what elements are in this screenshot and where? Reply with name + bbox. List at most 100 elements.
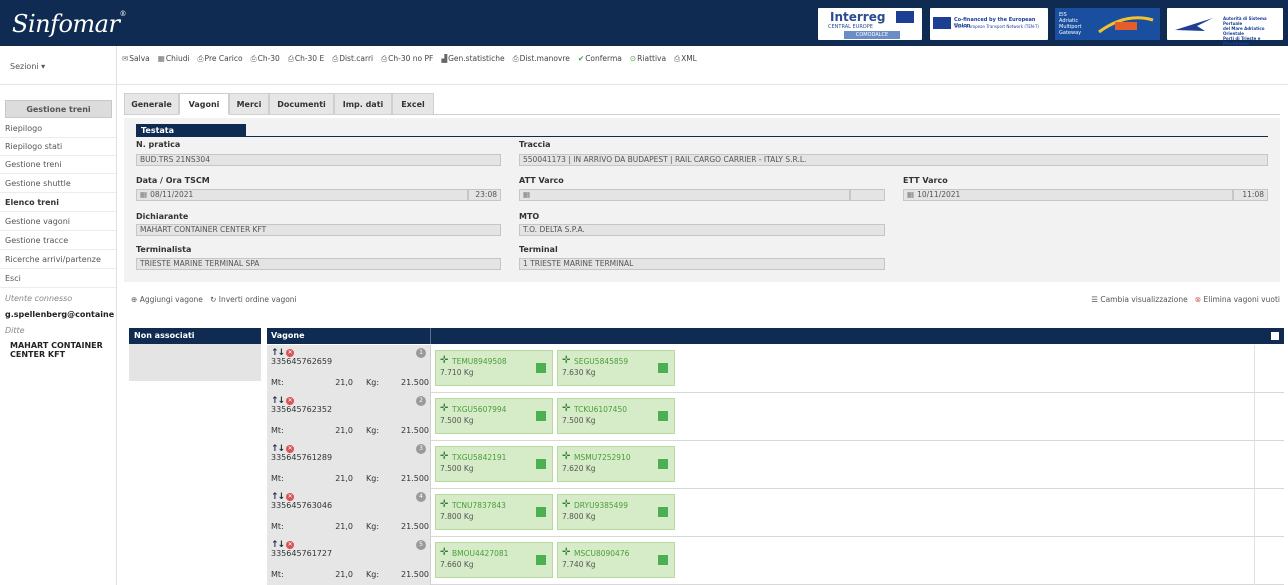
- container-card[interactable]: ✛ TCNU7837843 7.800 Kg: [435, 494, 553, 530]
- port-authority-icon: [1175, 18, 1213, 31]
- add-wagon-button[interactable]: ⊕ Aggiungi vagone: [131, 295, 203, 304]
- traccia-field[interactable]: 550041173 | IN ARRIVO DA BUDAPEST | RAIL…: [519, 154, 1268, 166]
- toolbar-dist-carri-button[interactable]: ⎙Dist.carri: [332, 54, 377, 63]
- print-icon: ⎙: [512, 54, 519, 63]
- container-card[interactable]: ✛ TXGU5607994 7.500 Kg: [435, 398, 553, 434]
- toolbar-ch-30-no-pf-button[interactable]: ⎙Ch-30 no PF: [381, 54, 437, 63]
- att-ora-field[interactable]: [850, 189, 885, 201]
- sidebar-item-elenco-treni[interactable]: Elenco treni: [0, 194, 116, 212]
- move-icon[interactable]: ✛: [562, 404, 570, 414]
- wagon-card[interactable]: ↑↓ ✕ 335645761289 3 Mt: 21,0 Kg: 21.500: [267, 441, 431, 489]
- ora-field[interactable]: 23:08: [468, 189, 501, 201]
- delete-empty-wagons-button[interactable]: ⊗ Elimina vagoni vuoti: [1195, 295, 1280, 304]
- sidebar-item-gestione-shuttle[interactable]: Gestione shuttle: [0, 175, 116, 193]
- sidebar-item-gestione-vagoni[interactable]: Gestione vagoni: [0, 213, 116, 231]
- non-associati-dropzone[interactable]: [129, 344, 261, 381]
- tab-imp-dati[interactable]: Imp. dati: [334, 93, 392, 115]
- terminal-field[interactable]: 1 TRIESTE MARINE TERMINAL: [519, 258, 885, 270]
- toolbar-pre-carico-button[interactable]: ⎙Pre Carico: [198, 54, 247, 63]
- traccia-label: Traccia: [519, 140, 551, 149]
- container-status-icon[interactable]: [658, 411, 668, 421]
- move-icon[interactable]: ✛: [562, 500, 570, 510]
- toolbar-ch-30-e-button[interactable]: ⎙Ch-30 E: [288, 54, 328, 63]
- sezioni-dropdown[interactable]: Sezioni ▾: [10, 62, 45, 71]
- toolbar-label: Salva: [129, 54, 150, 63]
- invert-order-button[interactable]: ↻ Inverti ordine vagoni: [210, 295, 297, 304]
- data-field[interactable]: ▦ 08/11/2021: [136, 189, 468, 201]
- n-pratica-field[interactable]: BUD.TRS 21NS304: [136, 154, 501, 166]
- container-status-icon[interactable]: [536, 555, 546, 565]
- print-icon: ⎙: [332, 54, 339, 63]
- toolbar-label: Dist.carri: [339, 54, 374, 63]
- tab-generale[interactable]: Generale: [124, 93, 179, 115]
- delete-wagon-icon[interactable]: ✕: [286, 541, 295, 549]
- container-weight: 7.800 Kg: [562, 512, 596, 521]
- wagon-kg-value: 21.500: [401, 426, 429, 435]
- ett-varco-field[interactable]: ▦ 10/11/2021: [903, 189, 1233, 201]
- toolbar-ch-30-button[interactable]: ⎙Ch-30: [251, 54, 284, 63]
- select-all-checkbox[interactable]: [1271, 332, 1279, 340]
- container-card[interactable]: ✛ DRYU9385499 7.800 Kg: [557, 494, 675, 530]
- container-card[interactable]: ✛ MSMU7252910 7.620 Kg: [557, 446, 675, 482]
- container-card[interactable]: ✛ TEMU8949508 7.710 Kg: [435, 350, 553, 386]
- toolbar-salva-button[interactable]: ✉Salva: [122, 54, 154, 63]
- container-status-icon[interactable]: [536, 507, 546, 517]
- move-icon[interactable]: ✛: [562, 548, 570, 558]
- container-card[interactable]: ✛ SEGU5845859 7.630 Kg: [557, 350, 675, 386]
- delete-wagon-icon[interactable]: ✕: [286, 349, 295, 357]
- wagon-card[interactable]: ↑↓ ✕ 335645762659 1 Mt: 21,0 Kg: 21.500: [267, 345, 431, 393]
- delete-wagon-icon[interactable]: ✕: [286, 445, 295, 453]
- mto-field[interactable]: T.O. DELTA S.P.A.: [519, 224, 885, 236]
- toolbar-dist-manovre-button[interactable]: ⎙Dist.manovre: [513, 54, 574, 63]
- delete-wagon-icon[interactable]: ✕: [286, 397, 295, 405]
- move-icon[interactable]: ✛: [562, 356, 570, 366]
- sidebar-item-ricerche[interactable]: Ricerche arrivi/partenze: [0, 251, 116, 269]
- move-icon[interactable]: ✛: [440, 356, 448, 366]
- container-status-icon[interactable]: [536, 411, 546, 421]
- delete-wagon-icon[interactable]: ✕: [286, 493, 295, 501]
- wagon-card[interactable]: ↑↓ ✕ 335645762352 2 Mt: 21,0 Kg: 21.500: [267, 393, 431, 441]
- tab-merci[interactable]: Merci: [229, 93, 269, 115]
- move-icon[interactable]: ✛: [562, 452, 570, 462]
- ett-ora-field[interactable]: 11:08: [1233, 189, 1268, 201]
- toolbar-chiudi-button[interactable]: ▦Chiudi: [158, 54, 194, 63]
- change-view-button[interactable]: ☰ Cambia visualizzazione: [1091, 295, 1187, 304]
- move-icon[interactable]: ✛: [440, 404, 448, 414]
- envelope-icon: ✉: [122, 54, 129, 63]
- tab-excel[interactable]: Excel: [392, 93, 434, 115]
- container-status-icon[interactable]: [536, 459, 546, 469]
- sidebar-item-riepilogo[interactable]: Riepilogo: [0, 120, 116, 138]
- terminalista-field[interactable]: TRIESTE MARINE TERMINAL SPA: [136, 258, 501, 270]
- sidebar-header[interactable]: Gestione treni: [5, 100, 112, 118]
- toolbar-xml-button[interactable]: ⎙XML: [674, 54, 701, 63]
- move-icon[interactable]: ✛: [440, 548, 448, 558]
- dichiarante-label: Dichiarante: [136, 212, 189, 221]
- dichiarante-field[interactable]: MAHART CONTAINER CENTER KFT: [136, 224, 501, 236]
- toolbar-riattiva-button[interactable]: ⊙Riattiva: [630, 54, 670, 63]
- tab-documenti[interactable]: Documenti: [269, 93, 334, 115]
- container-status-icon[interactable]: [658, 507, 668, 517]
- sidebar-item-gestione-tracce[interactable]: Gestione tracce: [0, 232, 116, 250]
- container-card[interactable]: ✛ BMOU4427081 7.660 Kg: [435, 542, 553, 578]
- tab-vagoni[interactable]: Vagoni: [179, 93, 229, 115]
- toolbar-conferma-button[interactable]: ✔Conferma: [578, 54, 626, 63]
- container-status-icon[interactable]: [658, 459, 668, 469]
- sidebar-item-gestione-treni[interactable]: Gestione treni: [0, 156, 116, 174]
- wagon-card[interactable]: ↑↓ ✕ 335645763046 4 Mt: 21,0 Kg: 21.500: [267, 489, 431, 537]
- container-card[interactable]: ✛ MSCU8090476 7.740 Kg: [557, 542, 675, 578]
- container-card[interactable]: ✛ TXGU5842191 7.500 Kg: [435, 446, 553, 482]
- sidebar-item-esci[interactable]: Esci: [0, 270, 116, 288]
- sidebar-item-riepilogo-stati[interactable]: Riepilogo stati: [0, 138, 116, 156]
- toolbar-gen-statistiche-button[interactable]: ▟Gen.statistiche: [441, 54, 508, 63]
- wagon-position-badge: 3: [416, 444, 426, 454]
- container-status-icon[interactable]: [536, 363, 546, 373]
- move-icon[interactable]: ✛: [440, 500, 448, 510]
- att-varco-field[interactable]: ▦: [519, 189, 850, 201]
- sinfomar-logo[interactable]: Sinfomar®: [12, 10, 126, 38]
- move-icon[interactable]: ✛: [440, 452, 448, 462]
- wagon-card[interactable]: ↑↓ ✕ 335645761727 5 Mt: 21,0 Kg: 21.500: [267, 537, 431, 585]
- container-status-icon[interactable]: [658, 555, 668, 565]
- wagon-position-badge: 4: [416, 492, 426, 502]
- container-card[interactable]: ✛ TCKU6107450 7.500 Kg: [557, 398, 675, 434]
- container-status-icon[interactable]: [658, 363, 668, 373]
